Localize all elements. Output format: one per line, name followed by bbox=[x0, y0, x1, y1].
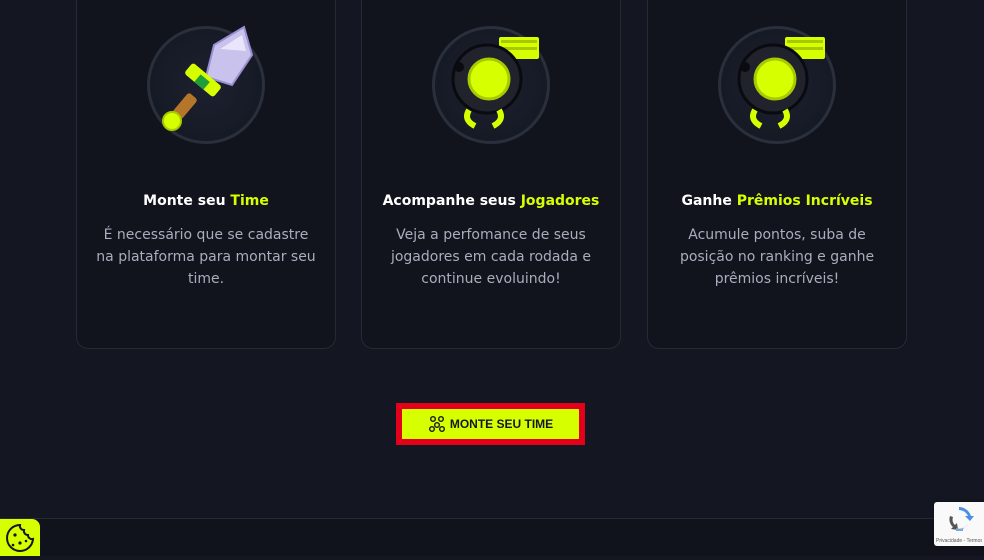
sword-icon bbox=[162, 25, 254, 131]
whistle-icon-circle bbox=[432, 26, 550, 144]
cookie-settings-button[interactable] bbox=[0, 519, 40, 556]
whistle-icon bbox=[737, 37, 825, 129]
card-title: Acompanhe seus Jogadores bbox=[382, 193, 600, 209]
recaptcha-terms[interactable]: Privacidade - Termos bbox=[936, 538, 982, 544]
cta-label: MONTE SEU TIME bbox=[449, 417, 554, 431]
feature-card-team: Monte seu Time É necessário que se cadas… bbox=[76, 0, 336, 349]
whistle-icon bbox=[451, 37, 539, 129]
card-description: Acumule pontos, suba de posição no ranki… bbox=[679, 227, 875, 287]
team-icon bbox=[428, 416, 445, 432]
cta-inner[interactable]: MONTE SEU TIME bbox=[402, 409, 579, 439]
sword-icon-circle bbox=[147, 25, 265, 144]
whistle-icon-circle bbox=[718, 26, 836, 144]
feature-card-players: Acompanhe seus Jogadores Veja a perfoman… bbox=[361, 0, 621, 349]
feature-card-prizes: Ganhe Prêmios Incríveis Acumule pontos, … bbox=[647, 0, 907, 349]
card-title: Ganhe Prêmios Incríveis bbox=[681, 193, 873, 209]
recaptcha-badge[interactable]: Privacidade - Termos bbox=[934, 502, 984, 546]
feature-cards: Monte seu Time É necessário que se cadas… bbox=[0, 0, 984, 360]
card-title: Monte seu Time bbox=[143, 193, 269, 209]
cookie-icon bbox=[6, 523, 35, 552]
footer bbox=[0, 519, 984, 556]
card-description: Veja a perfomance de seus jogadores em c… bbox=[390, 227, 592, 287]
card-description: É necessário que se cadastre na platafor… bbox=[96, 227, 316, 287]
monte-seu-time-button[interactable]: MONTE SEU TIME bbox=[396, 403, 585, 445]
recaptcha-icon bbox=[949, 507, 974, 531]
